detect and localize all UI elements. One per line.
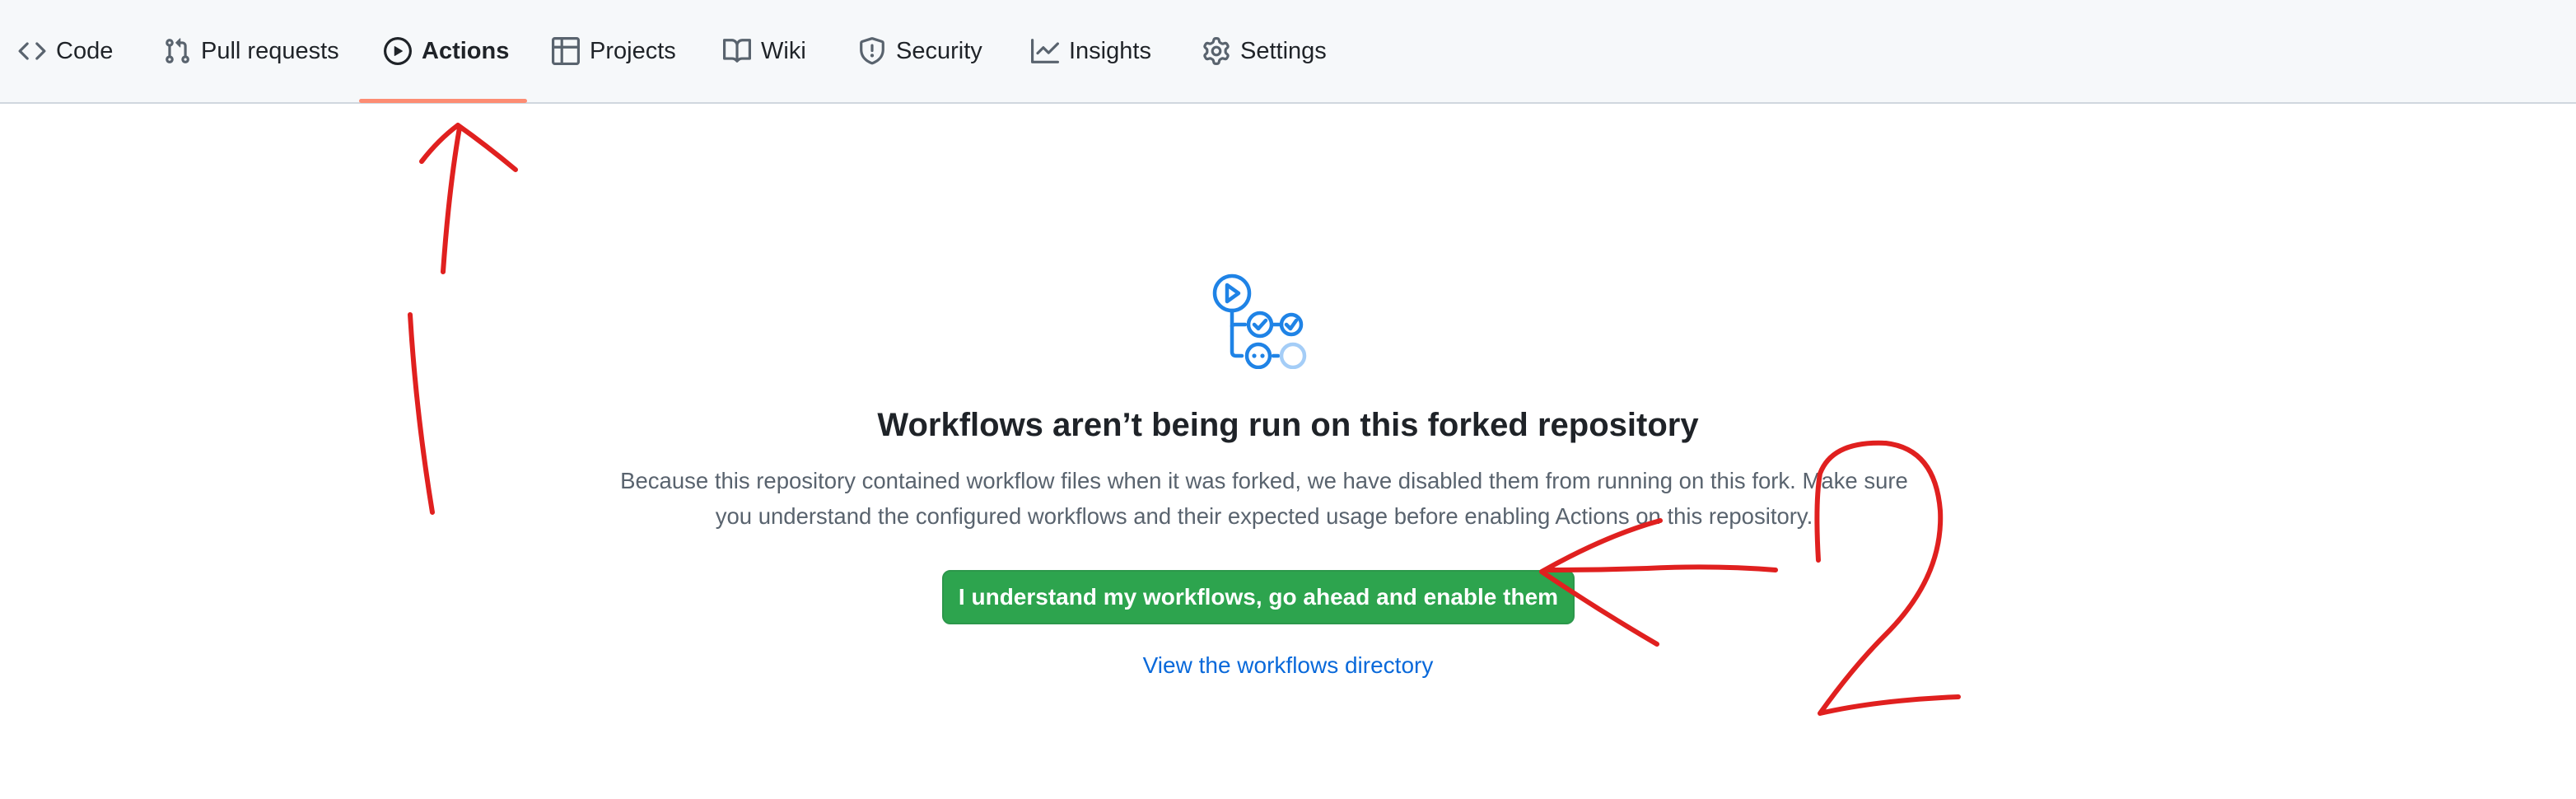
repo-nav: Code Pull requests Actions Projects Wiki… [0, 0, 2576, 104]
enable-workflows-button[interactable]: I understand my workflows, go ahead and … [942, 570, 1575, 624]
description-line-2: you understand the configured workflows … [715, 503, 1813, 529]
tab-settings[interactable]: Settings [1202, 0, 1327, 102]
pull-request-icon [163, 37, 191, 65]
tab-actions-label: Actions [422, 37, 510, 64]
tab-code[interactable]: Code [18, 0, 113, 102]
tab-code-label: Code [56, 37, 114, 64]
tab-pull-requests-label: Pull requests [201, 37, 339, 64]
table-icon [552, 37, 580, 65]
tab-actions[interactable]: Actions [384, 0, 509, 102]
blank-state-description: Because this repository contained workfl… [593, 463, 1935, 534]
graph-icon [1031, 37, 1059, 65]
shield-icon [858, 37, 886, 65]
workflows-directory-link[interactable]: View the workflows directory [1143, 652, 1434, 678]
tab-projects[interactable]: Projects [552, 0, 676, 102]
tab-insights-label: Insights [1069, 37, 1151, 64]
tab-security[interactable]: Security [858, 0, 982, 102]
tab-wiki[interactable]: Wiki [723, 0, 806, 102]
annotation-layer [408, 123, 1961, 716]
tab-settings-label: Settings [1240, 37, 1327, 64]
play-icon [384, 37, 412, 65]
tab-security-label: Security [896, 37, 982, 64]
blank-state-title: Workflows aren’t being run on this forke… [877, 407, 1699, 443]
selected-tab-underline [359, 99, 527, 103]
annotation-arrow-up-shaft [441, 125, 462, 274]
gear-icon [1202, 37, 1230, 65]
tab-projects-label: Projects [590, 37, 676, 64]
annotation-arrow-up-head [419, 123, 518, 172]
page: Code Pull requests Actions Projects Wiki… [0, 0, 2576, 799]
workflows-directory-link-row: View the workflows directory [0, 652, 2576, 679]
annotation-arrow-left-shaft [1546, 564, 1778, 572]
code-icon [18, 37, 46, 65]
description-line-1: Because this repository contained workfl… [620, 468, 1908, 493]
workflow-icon [1211, 273, 1309, 369]
tab-wiki-label: Wiki [761, 37, 806, 64]
book-icon [723, 37, 751, 65]
tab-insights[interactable]: Insights [1031, 0, 1151, 102]
tab-pull-requests[interactable]: Pull requests [163, 0, 339, 102]
